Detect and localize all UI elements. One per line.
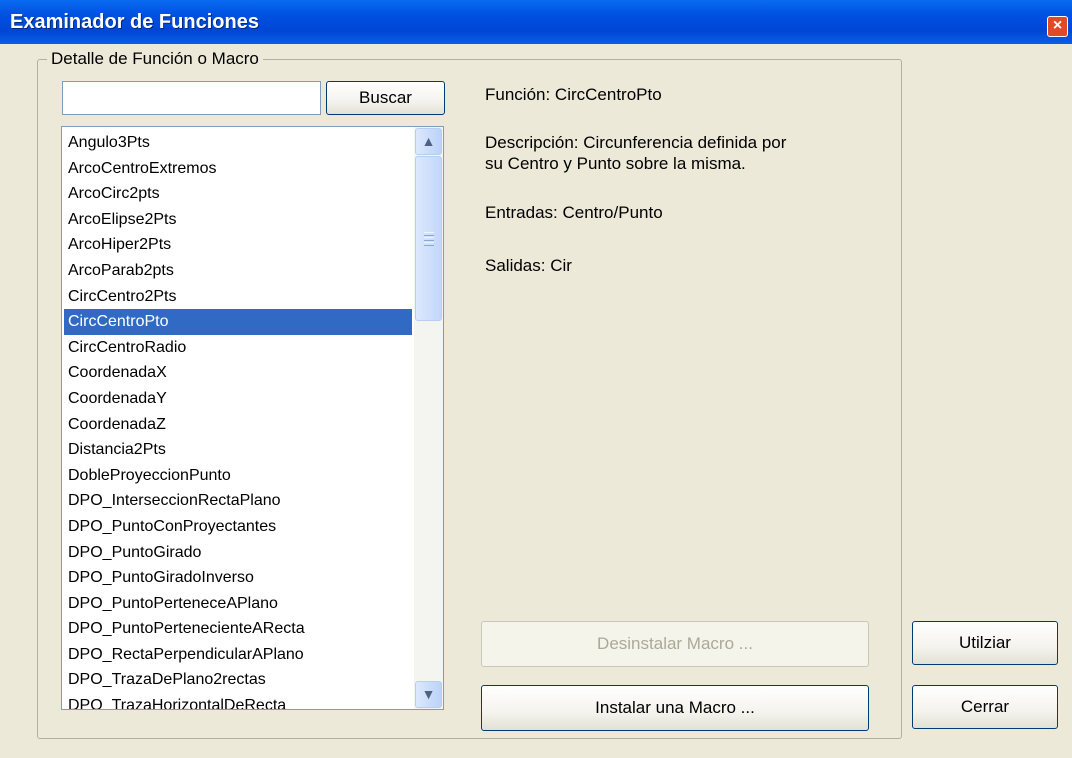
list-item[interactable]: DPO_RectaPerpendicularAPlano [64, 642, 412, 668]
list-item[interactable]: DPO_InterseccionRectaPlano [64, 488, 412, 514]
list-item[interactable]: CircCentroRadio [64, 335, 412, 361]
list-item[interactable]: DPO_PuntoGiradoInverso [64, 565, 412, 591]
list-item[interactable]: Angulo3Pts [64, 130, 412, 156]
description-line-2: su Centro y Punto sobre la misma. [485, 154, 746, 173]
group-label: Detalle de Función o Macro [47, 49, 263, 69]
window-title: Examinador de Funciones [10, 11, 259, 33]
use-button[interactable]: Utilziar [912, 621, 1058, 665]
function-name: Función: CircCentroPto [485, 85, 662, 104]
list-item[interactable]: CoordenadaY [64, 386, 412, 412]
chevron-down-icon[interactable]: ▼ [415, 681, 442, 708]
list-item[interactable]: CircCentroPto [64, 309, 412, 335]
list-item[interactable]: DPO_PuntoGirado [64, 540, 412, 566]
list-item[interactable]: DPO_PuntoPertenecienteARecta [64, 616, 412, 642]
list-item[interactable]: ArcoParab2pts [64, 258, 412, 284]
grip-line [424, 232, 434, 236]
description-line-1: Descripción: Circunferencia definida por [485, 133, 787, 152]
inputs-text: Entradas: Centro/Punto [485, 203, 663, 222]
uninstall-macro-button[interactable]: Desinstalar Macro ... [481, 621, 869, 667]
title-bar[interactable]: Examinador de Funciones × [0, 0, 1072, 44]
close-icon[interactable]: × [1047, 16, 1068, 37]
close-button[interactable]: Cerrar [912, 685, 1058, 729]
list-scrollbar[interactable]: ▲ ▼ [414, 127, 443, 709]
dialog-body: Detalle de Función o Macro Buscar Angulo… [0, 44, 1072, 758]
list-item[interactable]: CoordenadaX [64, 360, 412, 386]
function-examiner-window: Examinador de Funciones × Detalle de Fun… [0, 0, 1072, 758]
list-item[interactable]: DPO_PuntoPerteneceAPlano [64, 591, 412, 617]
list-item[interactable]: DPO_TrazaHorizontalDeRecta [64, 693, 412, 709]
list-item[interactable]: ArcoCentroExtremos [64, 156, 412, 182]
list-item[interactable]: CircCentro2Pts [64, 284, 412, 310]
list-item[interactable]: ArcoElipse2Pts [64, 207, 412, 233]
list-item[interactable]: ArcoCirc2pts [64, 181, 412, 207]
grip-line [424, 237, 434, 241]
chevron-up-icon[interactable]: ▲ [415, 128, 442, 155]
search-button[interactable]: Buscar [326, 81, 445, 115]
list-item[interactable]: DPO_PuntoConProyectantes [64, 514, 412, 540]
grip-line [424, 242, 434, 246]
scroll-thumb[interactable] [415, 156, 442, 321]
list-item[interactable]: CoordenadaZ [64, 412, 412, 438]
search-input[interactable] [62, 81, 321, 115]
function-list[interactable]: Angulo3Pts ArcoCentroExtremos ArcoCirc2pts… [61, 126, 444, 710]
list-item[interactable]: DPO_TrazaDePlano2rectas [64, 667, 412, 693]
outputs-text: Salidas: Cir [485, 256, 572, 275]
function-list-items: Angulo3Pts ArcoCentroExtremos ArcoCirc2pts… [64, 130, 412, 709]
list-item[interactable]: Distancia2Pts [64, 437, 412, 463]
list-item[interactable]: ArcoHiper2Pts [64, 232, 412, 258]
list-item[interactable]: DobleProyeccionPunto [64, 463, 412, 489]
install-macro-button[interactable]: Instalar una Macro ... [481, 685, 869, 731]
